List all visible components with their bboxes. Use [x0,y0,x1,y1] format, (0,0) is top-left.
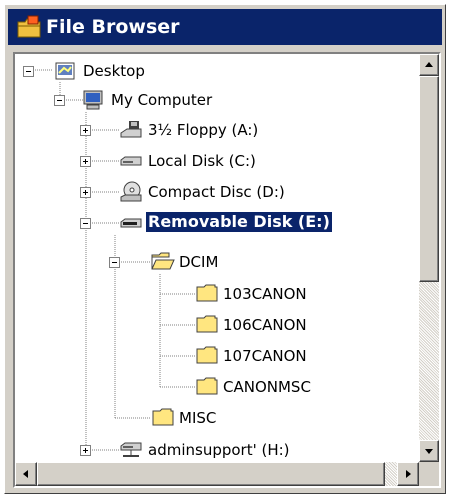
horizontal-scroll-thumb[interactable] [37,462,385,486]
tree-item-local-disk[interactable]: Local Disk (C:) [15,147,419,175]
tree-item-106canon[interactable]: 106CANON [15,311,419,339]
folder-tree-panel: Desktop My Computer 3½ Floppy (A:) Local… [13,52,441,488]
collapse-toggle[interactable] [109,257,120,268]
tree-item-removable-disk[interactable]: Removable Disk (E:) [15,209,419,237]
tree-item-floppy-drive[interactable]: 3½ Floppy (A:) [15,116,419,144]
collapse-toggle[interactable] [80,218,91,229]
expand-toggle[interactable] [80,187,91,198]
tree-item-label: CANONMSC [223,378,311,396]
tree-item-dcim[interactable]: DCIM [15,248,419,276]
collapse-toggle[interactable] [54,95,65,106]
expand-toggle[interactable] [80,156,91,167]
network-drive-icon [120,442,142,457]
tree-item-label: 106CANON [223,316,307,334]
open-folder-icon [151,252,175,270]
tree-item-label: adminsupport' (H:) [148,441,290,459]
tree-item-compact-disc[interactable]: Compact Disc (D:) [15,178,419,206]
expand-toggle[interactable] [80,445,91,456]
tree-item-my-computer[interactable]: My Computer [15,86,419,114]
removable-disk-icon [120,218,142,228]
floppy-drive-icon [120,121,142,138]
computer-icon [83,90,103,110]
tree-item-label: DCIM [179,253,219,271]
title-bar[interactable]: File Browser [8,9,442,45]
tree-item-label: 103CANON [223,285,307,303]
hard-disk-icon [120,156,142,166]
tree-item-107canon[interactable]: 107CANON [15,342,419,370]
expand-toggle[interactable] [80,125,91,136]
tree-item-desktop[interactable]: Desktop [15,56,419,84]
file-browser-window: File Browser Desktop My Computer 3½ Flop… [4,4,446,494]
tree-item-misc[interactable]: MISC [15,404,419,432]
scroll-up-button[interactable] [419,54,439,76]
up-arrow-icon [425,62,433,67]
folder-icon [196,284,218,302]
cd-drive-icon [120,181,142,202]
tree-item-label: My Computer [111,91,213,109]
tree-item-label: Desktop [83,62,145,80]
tree-item-label: Compact Disc (D:) [148,183,285,201]
scroll-down-button[interactable] [419,440,439,462]
tree-item-adminsupport[interactable]: adminsupport' (H:) [15,436,419,462]
scrollbar-corner [419,462,439,486]
scroll-right-button[interactable] [397,462,419,486]
folder-icon [196,377,218,395]
scroll-left-button[interactable] [15,462,37,486]
vertical-scroll-thumb[interactable] [419,76,439,282]
folder-tree[interactable]: Desktop My Computer 3½ Floppy (A:) Local… [15,54,419,462]
window-title: File Browser [46,16,180,38]
down-arrow-icon [425,449,433,454]
tree-item-label: MISC [179,409,217,427]
tree-item-label: Local Disk (C:) [148,152,256,170]
tree-item-label: 107CANON [223,347,307,365]
tree-item-canonmsc[interactable]: CANONMSC [15,373,419,401]
left-arrow-icon [23,470,28,478]
right-arrow-icon [406,470,411,478]
desktop-icon [55,62,75,80]
folder-icon [196,315,218,333]
folder-icon [196,346,218,364]
tree-item-label: Removable Disk (E:) [145,211,333,233]
collapse-toggle[interactable] [23,66,34,77]
folder-app-icon [17,15,41,38]
folder-icon [152,408,174,426]
tree-item-label: 3½ Floppy (A:) [148,121,259,139]
tree-item-103canon[interactable]: 103CANON [15,280,419,308]
